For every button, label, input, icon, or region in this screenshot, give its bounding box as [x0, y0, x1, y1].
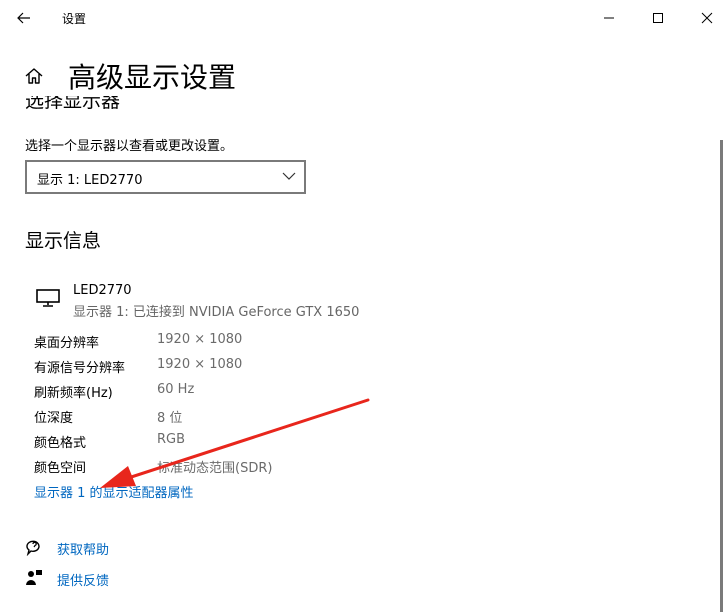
info-label: 有源信号分辨率	[34, 361, 126, 376]
monitor-name: LED2770	[73, 283, 132, 298]
maximize-icon	[653, 13, 663, 23]
info-label: 桌面分辨率	[34, 336, 100, 351]
title-bar: 设置	[0, 0, 728, 36]
monitor-connection: 显示器 1: 已连接到 NVIDIA GeForce GTX 1650	[73, 305, 360, 320]
display-dropdown-value: 显示 1: LED2770	[37, 173, 143, 188]
close-button[interactable]	[694, 5, 720, 31]
info-value: 标准动态范围(SDR)	[157, 461, 273, 476]
home-icon[interactable]	[24, 66, 44, 86]
help-icon	[26, 540, 40, 556]
feedback-icon	[26, 570, 42, 585]
info-value: RGB	[157, 432, 186, 447]
display-adapter-properties-link[interactable]: 显示器 1 的显示适配器属性	[34, 482, 194, 501]
info-label: 颜色空间	[34, 461, 87, 476]
window-title: 设置	[62, 12, 87, 26]
info-value: 1920 × 1080	[157, 332, 243, 347]
give-feedback-link[interactable]: 提供反馈	[57, 570, 109, 589]
minimize-icon	[604, 17, 614, 19]
display-dropdown[interactable]: 显示 1: LED2770	[25, 160, 306, 194]
chevron-down-icon	[282, 172, 296, 180]
back-button[interactable]	[12, 6, 38, 30]
get-help-link[interactable]: 获取帮助	[57, 539, 109, 558]
minimize-button[interactable]	[596, 5, 622, 31]
info-value: 1920 × 1080	[157, 357, 243, 372]
info-value: 60 Hz	[157, 382, 195, 397]
display-info-heading: 显示信息	[25, 230, 102, 252]
info-value: 8 位	[157, 411, 183, 426]
page-title: 高级显示设置	[68, 61, 237, 94]
info-label: 刷新频率(Hz)	[34, 386, 113, 401]
settings-content: 选择显示器 选择一个显示器以查看或更改设置。 显示 1: LED2770 显示信…	[0, 96, 718, 612]
monitor-icon	[36, 289, 60, 307]
close-icon	[701, 12, 713, 24]
select-display-heading: 选择显示器	[25, 96, 121, 112]
maximize-button[interactable]	[645, 5, 671, 31]
back-arrow-icon	[17, 12, 30, 24]
scrollbar[interactable]	[720, 140, 723, 612]
info-label: 颜色格式	[34, 436, 87, 451]
info-label: 位深度	[34, 411, 74, 426]
choose-display-text: 选择一个显示器以查看或更改设置。	[25, 139, 234, 154]
